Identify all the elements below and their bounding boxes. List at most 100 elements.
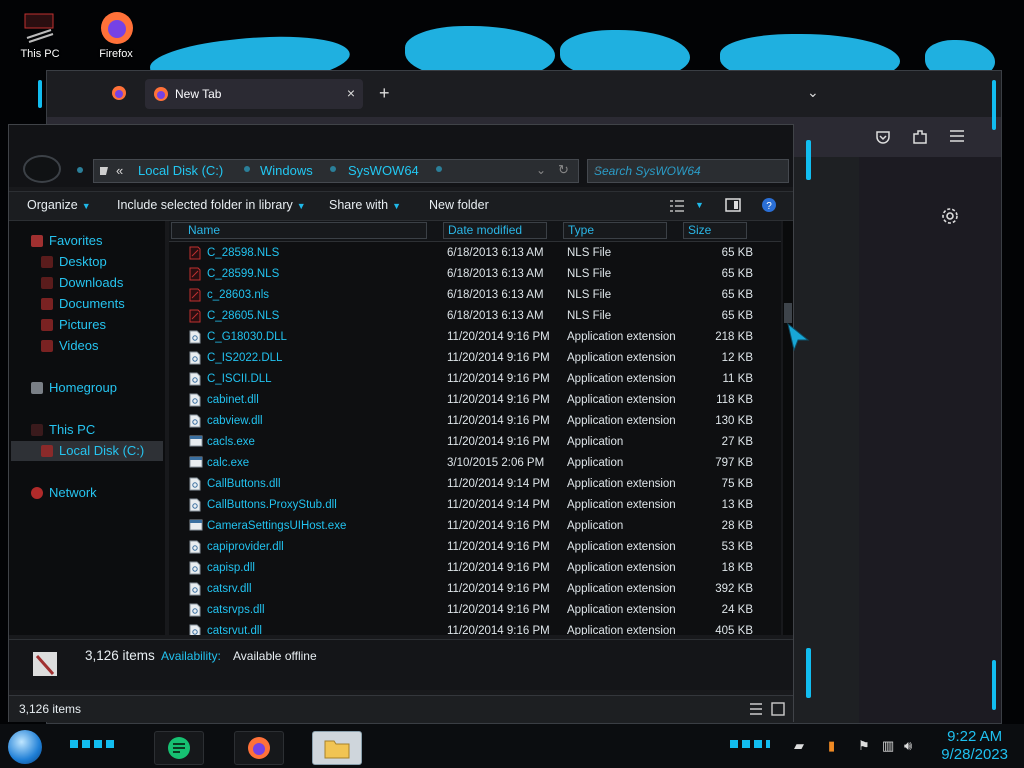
tray-app-icon[interactable]: ▮: [828, 738, 835, 754]
file-name: catsrvps.dll: [207, 604, 265, 616]
breadcrumb-local-disk[interactable]: Local Disk (C:): [138, 163, 223, 178]
breadcrumb-windows[interactable]: Windows: [260, 163, 313, 178]
nav-desktop[interactable]: Desktop: [41, 254, 107, 269]
network-icon[interactable]: ▥: [882, 738, 894, 754]
file-row[interactable]: CameraSettingsUIHost.exe 11/20/2014 9:16 …: [169, 516, 781, 537]
breadcrumb-syswow64[interactable]: SysWOW64: [348, 163, 419, 178]
large-icons-view-icon[interactable]: [771, 702, 785, 721]
file-date: 11/20/2014 9:16 PM: [447, 352, 550, 364]
clock[interactable]: 9:22 AM 9/28/2023: [941, 728, 1008, 764]
volume-icon[interactable]: 🔊︎: [904, 738, 912, 754]
start-button[interactable]: [8, 730, 42, 764]
extensions-icon[interactable]: [911, 128, 929, 151]
pictures-icon: [41, 319, 53, 331]
search-input[interactable]: Search SysWOW64 ⌕: [587, 159, 789, 183]
taskbar-firefox[interactable]: [234, 731, 284, 765]
firefox-view-icon[interactable]: [111, 85, 127, 106]
file-row[interactable]: CallButtons.ProxyStub.dll 11/20/2014 9:14…: [169, 495, 781, 516]
file-row[interactable]: C_28599.NLS 6/18/2013 6:13 AM NLS File 65 K…: [169, 264, 781, 285]
folder-thumbnail-icon: [31, 650, 61, 685]
file-row[interactable]: cabview.dll 11/20/2014 9:16 PM Application…: [169, 411, 781, 432]
network-icon: [31, 487, 43, 499]
nav-label: Downloads: [59, 275, 124, 290]
file-row[interactable]: cabinet.dll 11/20/2014 9:16 PM Application…: [169, 390, 781, 411]
file-size: 13 KB: [721, 499, 753, 511]
file-row[interactable]: catsrvps.dll 11/20/2014 9:16 PM Applicatio…: [169, 600, 781, 621]
file-row[interactable]: C_28598.NLS 6/18/2013 6:13 AM NLS File 65 K…: [169, 243, 781, 264]
nav-videos[interactable]: Videos: [41, 338, 99, 353]
file-row[interactable]: C_28605.NLS 6/18/2013 6:13 AM NLS File 65 K…: [169, 306, 781, 327]
taskbar-notes-app[interactable]: [154, 731, 204, 765]
view-dropdown-icon[interactable]: ▼: [695, 200, 704, 210]
help-icon[interactable]: ?: [761, 197, 777, 218]
menu-icon[interactable]: [949, 129, 965, 148]
frame-accent: [992, 80, 996, 130]
column-header-date[interactable]: Date modified: [443, 222, 547, 239]
desktop-icon-this-pc[interactable]: This PC: [10, 8, 70, 60]
file-row[interactable]: calc.exe 3/10/2015 2:06 PM Application 797 …: [169, 453, 781, 474]
this-pc-icon: [31, 424, 43, 436]
preview-pane-icon[interactable]: [725, 198, 741, 217]
file-type: Application extension: [567, 562, 676, 574]
desktop-icon-firefox[interactable]: Firefox: [86, 8, 146, 60]
file-type: Application extension: [567, 373, 676, 385]
tab-new-tab[interactable]: New Tab ×: [145, 79, 363, 109]
address-prefix[interactable]: «: [116, 163, 123, 178]
dll-file-icon: [189, 624, 201, 635]
column-header-size[interactable]: Size: [683, 222, 747, 239]
vertical-scrollbar[interactable]: [783, 221, 793, 635]
nav-pictures[interactable]: Pictures: [41, 317, 106, 332]
nav-downloads[interactable]: Downloads: [41, 275, 123, 290]
list-tabs-button[interactable]: ⌄: [807, 84, 819, 101]
firefox-icon: [97, 8, 135, 46]
back-forward-orb[interactable]: [23, 155, 61, 183]
file-size: 65 KB: [721, 310, 753, 322]
file-row[interactable]: c_28603.nls 6/18/2013 6:13 AM NLS File 65 K…: [169, 285, 781, 306]
file-row[interactable]: C_ISCII.DLL 11/20/2014 9:16 PM Application…: [169, 369, 781, 390]
new-folder-button[interactable]: New folder: [429, 198, 489, 212]
address-bar[interactable]: « Local Disk (C:) Windows SysWOW64 ⌄ ↻: [93, 159, 579, 183]
scrollbar-thumb[interactable]: [784, 303, 792, 323]
new-tab-button[interactable]: +: [379, 83, 390, 104]
column-header-name[interactable]: Name: [171, 222, 427, 239]
file-row[interactable]: capiprovider.dll 11/20/2014 9:16 PM Applic…: [169, 537, 781, 558]
share-with-button[interactable]: Share with ▼: [329, 198, 401, 212]
nav-local-disk[interactable]: Local Disk (C:): [41, 443, 144, 458]
close-tab-icon[interactable]: ×: [347, 85, 355, 101]
nav-label: Network: [49, 485, 97, 500]
file-row[interactable]: catsrv.dll 11/20/2014 9:16 PM Application …: [169, 579, 781, 600]
column-header-type[interactable]: Type: [563, 222, 667, 239]
organize-button[interactable]: Organize ▼: [27, 198, 91, 212]
file-date: 11/20/2014 9:16 PM: [447, 604, 550, 616]
details-view-icon[interactable]: [749, 702, 763, 721]
chevron-down-icon: ▼: [81, 201, 91, 211]
frame-accent: [38, 80, 42, 108]
nav-this-pc[interactable]: This PC: [31, 422, 95, 437]
pocket-icon[interactable]: [875, 129, 891, 150]
refresh-icon[interactable]: ↻: [558, 162, 569, 178]
file-row[interactable]: C_G18030.DLL 11/20/2014 9:16 PM Applicatio…: [169, 327, 781, 348]
organize-label: Organize: [27, 198, 78, 212]
file-date: 11/20/2014 9:16 PM: [447, 394, 550, 406]
flag-icon[interactable]: ⚑: [858, 738, 870, 754]
clock-time: 9:22 AM: [947, 728, 1003, 745]
show-hidden-icons[interactable]: ▰: [794, 738, 804, 754]
settings-icon[interactable]: [941, 207, 959, 230]
nav-network[interactable]: Network: [31, 485, 97, 500]
file-row[interactable]: catsrvut.dll 11/20/2014 9:16 PM Applicatio…: [169, 621, 781, 635]
nav-homegroup[interactable]: Homegroup: [31, 380, 117, 395]
file-row[interactable]: capisp.dll 11/20/2014 9:16 PM Application …: [169, 558, 781, 579]
breadcrumb-separator: [436, 166, 442, 172]
firefox-icon: [153, 86, 169, 107]
file-type: Application: [567, 436, 624, 448]
chevron-down-icon[interactable]: ⌄: [536, 163, 546, 177]
file-row[interactable]: cacls.exe 11/20/2014 9:16 PM Application 27…: [169, 432, 781, 453]
nav-documents[interactable]: Documents: [41, 296, 125, 311]
file-row[interactable]: CallButtons.dll 11/20/2014 9:14 PM Applica…: [169, 474, 781, 495]
nav-favorites[interactable]: Favorites: [31, 233, 102, 248]
change-view-icon[interactable]: [669, 199, 685, 217]
include-in-library-button[interactable]: Include selected folder in library ▼: [117, 198, 306, 212]
taskbar-file-explorer[interactable]: [312, 731, 362, 765]
chevron-down-icon: ▼: [296, 201, 306, 211]
file-row[interactable]: C_IS2022.DLL 11/20/2014 9:16 PM Applicatio…: [169, 348, 781, 369]
